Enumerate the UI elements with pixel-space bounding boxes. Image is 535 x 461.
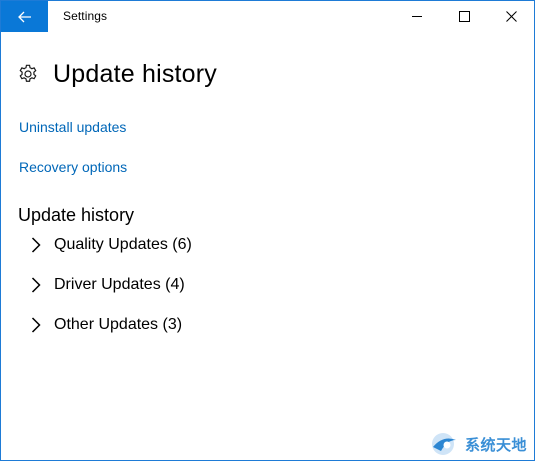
other-updates-group[interactable]: Other Updates (3) xyxy=(29,314,182,336)
watermark-logo-icon xyxy=(432,433,456,455)
page-title: Update history xyxy=(53,59,217,88)
back-arrow-icon xyxy=(17,11,31,22)
quality-updates-group[interactable]: Quality Updates (6) xyxy=(29,234,192,256)
settings-window: Settings Update history Uninstall update… xyxy=(0,0,535,461)
window-title: Settings xyxy=(63,9,108,23)
title-bar: Settings xyxy=(1,1,534,32)
chevron-right-icon xyxy=(29,236,43,254)
other-updates-label: Other Updates (3) xyxy=(54,316,183,333)
driver-updates-group[interactable]: Driver Updates (4) xyxy=(29,274,185,296)
close-icon xyxy=(505,11,517,22)
minimize-icon xyxy=(411,16,422,17)
watermark-text: 系统天地 xyxy=(465,435,528,454)
recovery-options-link[interactable]: Recovery options xyxy=(19,159,127,175)
watermark: 系统天地 xyxy=(429,429,529,459)
page-header: Update history xyxy=(17,57,217,91)
uninstall-updates-link[interactable]: Uninstall updates xyxy=(19,119,126,135)
back-button[interactable] xyxy=(1,1,48,32)
driver-updates-label: Driver Updates (4) xyxy=(54,276,185,293)
maximize-button[interactable] xyxy=(441,1,487,32)
chevron-right-icon xyxy=(29,316,43,334)
update-history-heading: Update history xyxy=(18,205,135,225)
gear-icon xyxy=(17,63,39,85)
chevron-right-icon xyxy=(29,276,43,294)
maximize-icon xyxy=(458,11,470,22)
close-button[interactable] xyxy=(488,1,534,32)
minimize-button[interactable] xyxy=(394,1,440,32)
quality-updates-label: Quality Updates (6) xyxy=(54,236,192,253)
